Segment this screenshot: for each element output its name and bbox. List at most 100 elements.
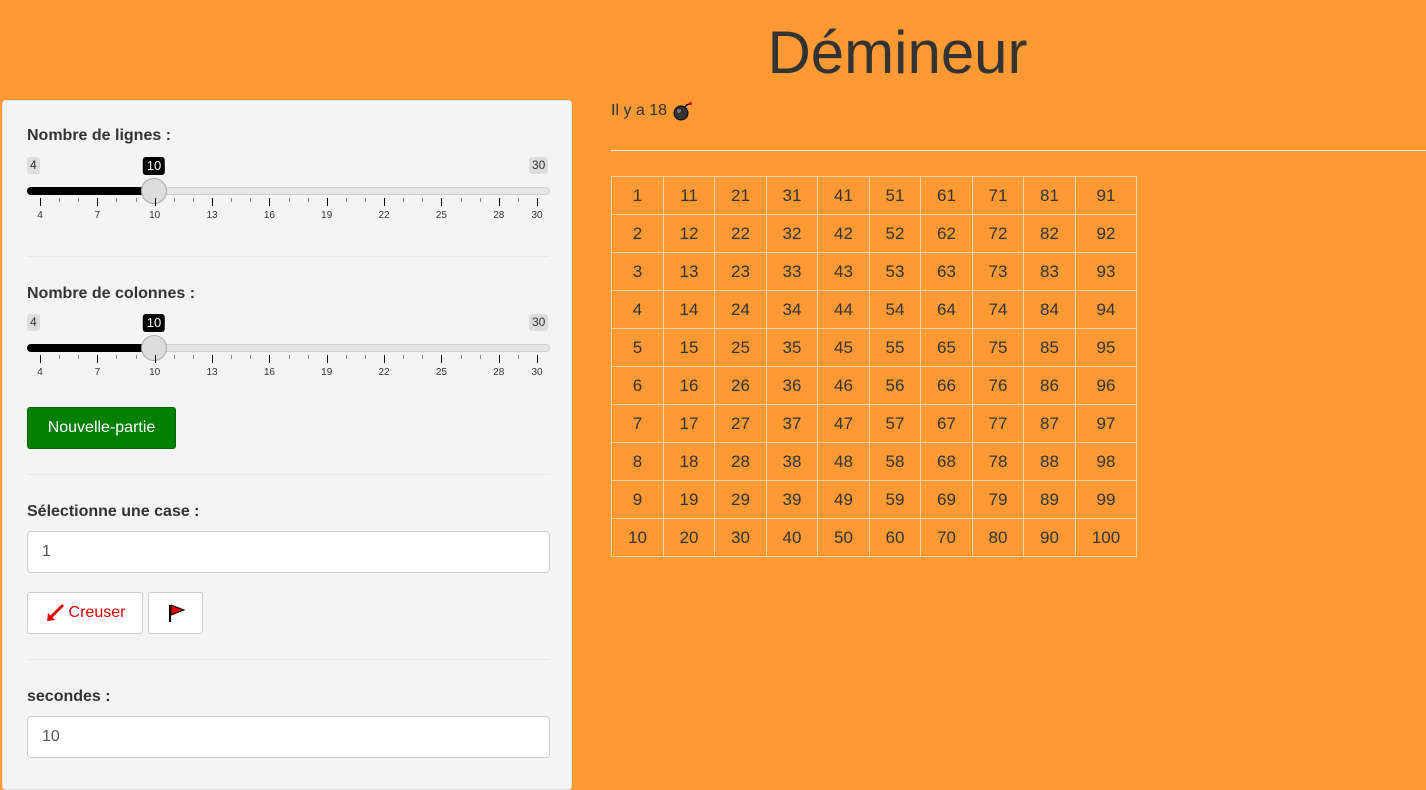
grid-cell[interactable]: 1 [611,176,664,215]
flag-button[interactable] [148,592,203,634]
dig-button[interactable]: Creuser [27,592,143,634]
grid-cell[interactable]: 35 [766,328,818,367]
grid-cell[interactable]: 95 [1075,328,1137,367]
grid-cell[interactable]: 8 [611,442,664,481]
grid-cell[interactable]: 70 [920,518,973,557]
grid-cell[interactable]: 87 [1023,404,1076,443]
grid-cell[interactable]: 74 [972,290,1024,329]
grid-cell[interactable]: 43 [817,252,870,291]
grid-cell[interactable]: 39 [766,480,818,519]
grid-cell[interactable]: 64 [920,290,973,329]
grid-cell[interactable]: 90 [1023,518,1076,557]
grid-cell[interactable]: 37 [766,404,818,443]
grid-cell[interactable]: 79 [972,480,1024,519]
grid-cell[interactable]: 56 [869,366,921,405]
grid-cell[interactable]: 100 [1075,518,1137,557]
grid-cell[interactable]: 31 [766,176,818,215]
grid-cell[interactable]: 82 [1023,214,1076,253]
grid-cell[interactable]: 21 [714,176,767,215]
grid-cell[interactable]: 98 [1075,442,1137,481]
grid-cell[interactable]: 81 [1023,176,1076,215]
grid-cell[interactable]: 42 [817,214,870,253]
grid-cell[interactable]: 52 [869,214,921,253]
grid-cell[interactable]: 15 [663,328,715,367]
grid-cell[interactable]: 57 [869,404,921,443]
grid-cell[interactable]: 44 [817,290,870,329]
grid-cell[interactable]: 45 [817,328,870,367]
select-cell-input[interactable] [27,531,550,573]
grid-cell[interactable]: 75 [972,328,1024,367]
grid-cell[interactable]: 97 [1075,404,1137,443]
grid-cell[interactable]: 77 [972,404,1024,443]
grid-cell[interactable]: 83 [1023,252,1076,291]
grid-cell[interactable]: 11 [663,176,715,215]
grid-cell[interactable]: 13 [663,252,715,291]
grid-cell[interactable]: 63 [920,252,973,291]
grid-cell[interactable]: 29 [714,480,767,519]
grid-cell[interactable]: 78 [972,442,1024,481]
grid-cell[interactable]: 96 [1075,366,1137,405]
grid-cell[interactable]: 59 [869,480,921,519]
grid-cell[interactable]: 91 [1075,176,1137,215]
grid-cell[interactable]: 71 [972,176,1024,215]
grid-cell[interactable]: 2 [611,214,664,253]
grid-cell[interactable]: 25 [714,328,767,367]
grid-cell[interactable]: 47 [817,404,870,443]
grid-cell[interactable]: 94 [1075,290,1137,329]
grid-cell[interactable]: 26 [714,366,767,405]
grid-cell[interactable]: 4 [611,290,664,329]
grid-cell[interactable]: 99 [1075,480,1137,519]
grid-cell[interactable]: 48 [817,442,870,481]
grid-cell[interactable]: 5 [611,328,664,367]
grid-cell[interactable]: 80 [972,518,1024,557]
grid-cell[interactable]: 33 [766,252,818,291]
grid-cell[interactable]: 18 [663,442,715,481]
grid-cell[interactable]: 51 [869,176,921,215]
grid-cell[interactable]: 58 [869,442,921,481]
grid-cell[interactable]: 49 [817,480,870,519]
grid-cell[interactable]: 7 [611,404,664,443]
grid-cell[interactable]: 76 [972,366,1024,405]
grid-cell[interactable]: 6 [611,366,664,405]
grid-cell[interactable]: 41 [817,176,870,215]
grid-cell[interactable]: 34 [766,290,818,329]
new-game-button[interactable]: Nouvelle-partie [27,407,176,449]
grid-cell[interactable]: 30 [714,518,767,557]
grid-cell[interactable]: 38 [766,442,818,481]
grid-cell[interactable]: 32 [766,214,818,253]
grid-cell[interactable]: 85 [1023,328,1076,367]
grid-cell[interactable]: 93 [1075,252,1137,291]
grid-cell[interactable]: 61 [920,176,973,215]
grid-cell[interactable]: 9 [611,480,664,519]
grid-cell[interactable]: 88 [1023,442,1076,481]
grid-cell[interactable]: 19 [663,480,715,519]
grid-cell[interactable]: 65 [920,328,973,367]
grid-cell[interactable]: 24 [714,290,767,329]
grid-cell[interactable]: 89 [1023,480,1076,519]
grid-cell[interactable]: 16 [663,366,715,405]
grid-cell[interactable]: 73 [972,252,1024,291]
grid-cell[interactable]: 27 [714,404,767,443]
grid-cell[interactable]: 46 [817,366,870,405]
grid-cell[interactable]: 60 [869,518,921,557]
grid-cell[interactable]: 10 [611,518,664,557]
grid-cell[interactable]: 62 [920,214,973,253]
grid-cell[interactable]: 68 [920,442,973,481]
grid-cell[interactable]: 66 [920,366,973,405]
grid-cell[interactable]: 14 [663,290,715,329]
grid-cell[interactable]: 53 [869,252,921,291]
grid-cell[interactable]: 92 [1075,214,1137,253]
grid-cell[interactable]: 22 [714,214,767,253]
grid-cell[interactable]: 50 [817,518,870,557]
grid-cell[interactable]: 72 [972,214,1024,253]
grid-cell[interactable]: 36 [766,366,818,405]
grid-cell[interactable]: 54 [869,290,921,329]
grid-cell[interactable]: 67 [920,404,973,443]
grid-cell[interactable]: 23 [714,252,767,291]
grid-cell[interactable]: 86 [1023,366,1076,405]
grid-cell[interactable]: 12 [663,214,715,253]
grid-cell[interactable]: 3 [611,252,664,291]
grid-cell[interactable]: 17 [663,404,715,443]
grid-cell[interactable]: 84 [1023,290,1076,329]
grid-cell[interactable]: 28 [714,442,767,481]
